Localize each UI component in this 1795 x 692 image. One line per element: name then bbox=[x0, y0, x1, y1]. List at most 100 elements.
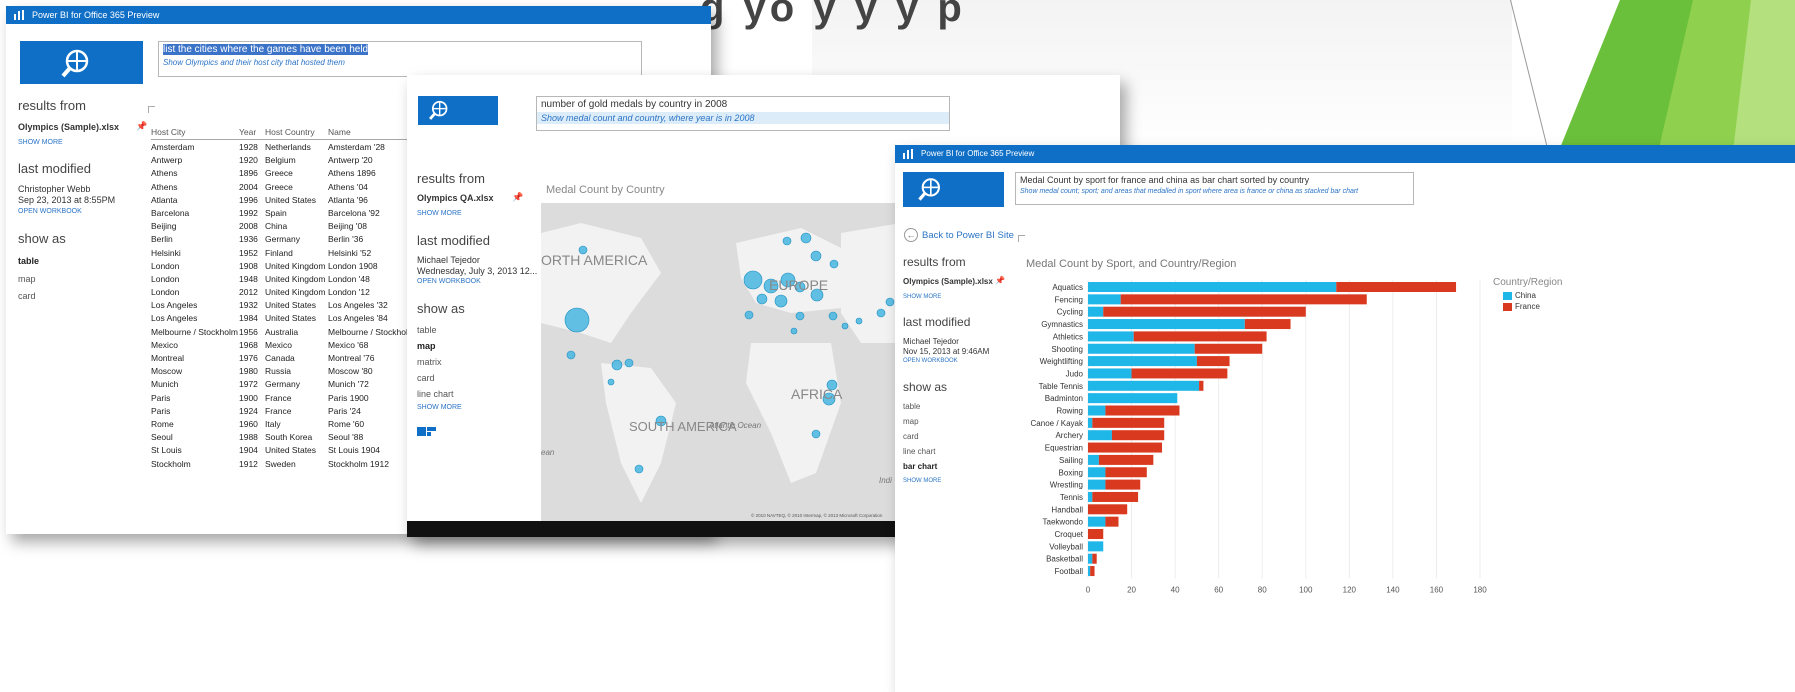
bar-china[interactable] bbox=[1088, 343, 1195, 354]
query-input[interactable]: Medal Count by sport for france and chin… bbox=[1016, 173, 1413, 187]
query-suggestion[interactable]: Show medal count; sport; and areas that … bbox=[1016, 187, 1413, 196]
bar-france[interactable] bbox=[1103, 306, 1306, 317]
col-host-city[interactable]: Host City bbox=[151, 127, 185, 137]
table-row[interactable]: Seoul 1988 South Korea Seoul '88 bbox=[151, 430, 421, 443]
table-row[interactable]: Rome 1960 Italy Rome '60 bbox=[151, 417, 421, 430]
table-row[interactable]: Paris 1924 France Paris '24 bbox=[151, 404, 421, 417]
show-as-bar-chart[interactable]: bar chart bbox=[903, 462, 937, 471]
query-input[interactable]: number of gold medals by country in 2008 bbox=[537, 97, 949, 112]
table-row[interactable]: Mexico 1968 Mexico Mexico '68 bbox=[151, 338, 421, 351]
show-more-link[interactable]: SHOW MORE bbox=[18, 139, 63, 146]
show-as-card[interactable]: card bbox=[417, 373, 435, 383]
question-box[interactable]: number of gold medals by country in 2008… bbox=[536, 96, 950, 131]
table-row[interactable]: London 1948 United Kingdom London '48 bbox=[151, 272, 421, 285]
bar-france[interactable] bbox=[1105, 405, 1180, 416]
bar-france[interactable] bbox=[1105, 479, 1141, 490]
bar-france[interactable] bbox=[1120, 294, 1367, 305]
table-row[interactable]: Munich 1972 Germany Munich '72 bbox=[151, 377, 421, 390]
bar-china[interactable] bbox=[1088, 319, 1245, 330]
show-as-line-chart[interactable]: line chart bbox=[417, 389, 454, 399]
show-as-table[interactable]: table bbox=[417, 325, 437, 335]
bar-france[interactable] bbox=[1105, 516, 1119, 527]
country-bubble[interactable] bbox=[566, 350, 576, 360]
table-row[interactable]: Montreal 1976 Canada Montreal '76 bbox=[151, 351, 421, 364]
col-year[interactable]: Year bbox=[239, 127, 256, 137]
show-more-link[interactable]: SHOW MORE bbox=[903, 294, 941, 300]
table-row[interactable]: Athens 1896 Greece Athens 1896 bbox=[151, 166, 421, 179]
country-bubble[interactable] bbox=[855, 317, 863, 325]
table-row[interactable]: London 1908 United Kingdom London 1908 bbox=[151, 259, 421, 272]
country-bubble[interactable] bbox=[829, 259, 839, 269]
show-as-map[interactable]: map bbox=[903, 417, 919, 426]
pin-icon[interactable]: 📌 bbox=[512, 192, 523, 203]
show-as-table[interactable]: table bbox=[18, 256, 39, 266]
bar-china[interactable] bbox=[1088, 331, 1134, 342]
bar-china[interactable] bbox=[1088, 356, 1197, 367]
country-bubble[interactable] bbox=[743, 270, 763, 290]
country-bubble[interactable] bbox=[782, 236, 792, 246]
question-box[interactable]: Medal Count by sport for france and chin… bbox=[1015, 172, 1414, 205]
country-bubble[interactable] bbox=[744, 310, 754, 320]
table-row[interactable]: Paris 1900 France Paris 1900 bbox=[151, 391, 421, 404]
map-canvas[interactable]: ORTH AMERICA EUROPE AFRICA SOUTH AMERICA… bbox=[541, 203, 901, 521]
bar-france[interactable] bbox=[1090, 566, 1095, 577]
bar-china[interactable] bbox=[1088, 467, 1106, 478]
bar-china[interactable] bbox=[1088, 541, 1104, 552]
bar-france[interactable] bbox=[1092, 553, 1097, 564]
country-bubble[interactable] bbox=[828, 311, 838, 321]
bar-france[interactable] bbox=[1088, 529, 1104, 539]
legend-label-china[interactable]: China bbox=[1515, 291, 1536, 300]
bar-china[interactable] bbox=[1088, 393, 1178, 404]
query-suggestion[interactable]: Show Olympics and their host city that h… bbox=[159, 57, 641, 68]
country-bubble[interactable] bbox=[800, 232, 812, 244]
bar-france[interactable] bbox=[1092, 491, 1139, 502]
country-bubble[interactable] bbox=[611, 359, 623, 371]
bar-china[interactable] bbox=[1088, 491, 1093, 502]
open-workbook-link[interactable]: OPEN WORKBOOK bbox=[18, 208, 82, 215]
bar-china[interactable] bbox=[1088, 566, 1091, 577]
country-bubble[interactable] bbox=[876, 308, 886, 318]
bar-france[interactable] bbox=[1088, 504, 1128, 515]
bar-chart[interactable]: 0 20 40 60 80 100 120 140 160 180 Aquatics Fencing C… bbox=[1015, 273, 1615, 598]
question-box[interactable]: list the cities where the games have bee… bbox=[158, 41, 642, 77]
table-row[interactable]: Helsinki 1952 Finland Helsinki '52 bbox=[151, 246, 421, 259]
country-bubble[interactable] bbox=[790, 327, 798, 335]
bar-france[interactable] bbox=[1133, 331, 1267, 342]
country-bubble[interactable] bbox=[624, 358, 634, 368]
show-as-map[interactable]: map bbox=[417, 341, 436, 351]
table-row[interactable]: Los Angeles 1932 United States Los Angeles … bbox=[151, 298, 421, 311]
show-as-card[interactable]: card bbox=[18, 291, 36, 301]
source-file[interactable]: Olympics (Sample).xlsx bbox=[903, 277, 993, 286]
show-as-card[interactable]: card bbox=[903, 432, 919, 441]
country-bubble[interactable] bbox=[756, 293, 768, 305]
source-file[interactable]: Olympics (Sample).xlsx bbox=[18, 122, 119, 132]
show-more-options-link[interactable]: SHOW MORE bbox=[903, 478, 941, 484]
bar-france[interactable] bbox=[1194, 343, 1263, 354]
back-arrow-icon[interactable]: ← bbox=[904, 228, 918, 242]
grid-view-icon[interactable] bbox=[417, 427, 437, 437]
open-workbook-link[interactable]: OPEN WORKBOOK bbox=[417, 278, 481, 285]
bar-china[interactable] bbox=[1088, 282, 1337, 292]
bar-france[interactable] bbox=[1199, 380, 1204, 391]
bar-china[interactable] bbox=[1088, 553, 1093, 564]
country-bubble[interactable] bbox=[564, 307, 590, 333]
country-bubble[interactable] bbox=[841, 322, 849, 330]
bar-france[interactable] bbox=[1088, 442, 1163, 453]
table-row[interactable]: Melbourne / Stockholm 1956 Australia Melbou… bbox=[151, 325, 421, 338]
show-as-table[interactable]: table bbox=[903, 402, 920, 411]
table-row[interactable]: Moscow 1980 Russia Moscow '80 bbox=[151, 364, 421, 377]
pin-icon[interactable]: 📌 bbox=[995, 276, 1005, 285]
bar-france[interactable] bbox=[1111, 430, 1165, 441]
table-row[interactable]: Atlanta 1996 United States Atlanta '96 bbox=[151, 193, 421, 206]
bar-france[interactable] bbox=[1196, 356, 1230, 367]
table-row[interactable]: Amsterdam 1928 Netherlands Amsterdam '28 bbox=[151, 140, 421, 153]
table-row[interactable]: Beijing 2008 China Beijing '08 bbox=[151, 219, 421, 232]
country-bubble[interactable] bbox=[607, 378, 615, 386]
open-workbook-link[interactable]: OPEN WORKBOOK bbox=[903, 358, 958, 364]
show-as-matrix[interactable]: matrix bbox=[417, 357, 442, 367]
table-row[interactable]: Barcelona 1992 Spain Barcelona '92 bbox=[151, 206, 421, 219]
country-bubble[interactable] bbox=[810, 250, 822, 262]
table-row[interactable]: London 2012 United Kingdom London '12 bbox=[151, 285, 421, 298]
legend-label-france[interactable]: France bbox=[1515, 302, 1540, 311]
bar-china[interactable] bbox=[1088, 294, 1121, 305]
